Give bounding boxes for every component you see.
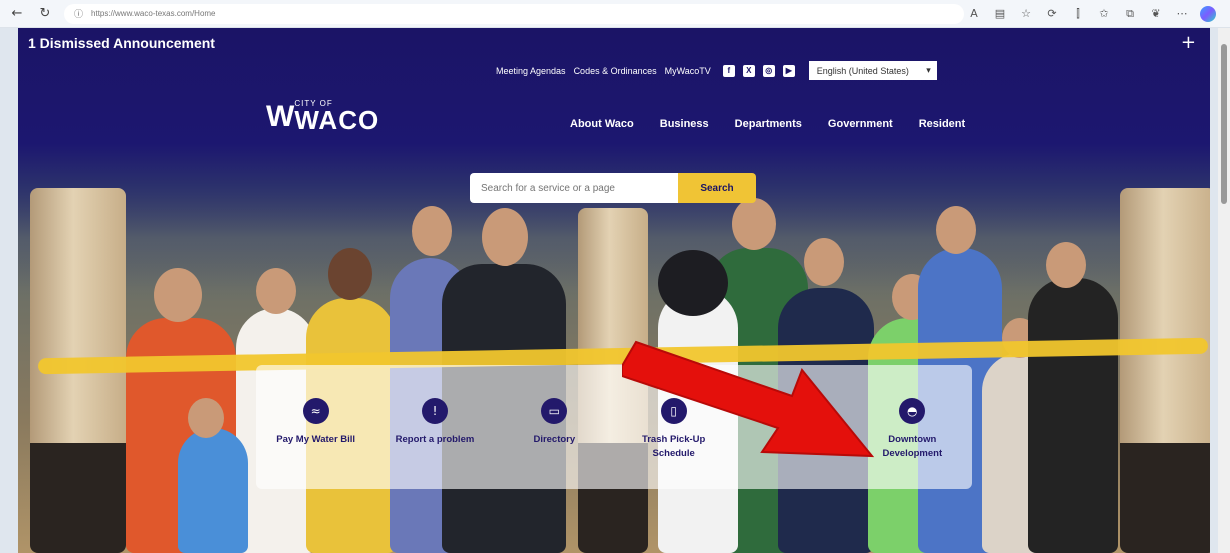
mascot-head bbox=[658, 250, 728, 316]
facebook-icon[interactable]: f bbox=[722, 64, 735, 77]
favorites-icon[interactable]: ✩ bbox=[1096, 7, 1112, 20]
speech-bubble-icon: ! bbox=[421, 398, 448, 424]
split-screen-icon[interactable]: ⫿ bbox=[1070, 7, 1086, 21]
read-aloud-icon[interactable]: A bbox=[966, 7, 982, 20]
back-arrow-icon[interactable]: ← bbox=[6, 3, 28, 25]
collections-icon[interactable]: ⧉ bbox=[1122, 7, 1138, 21]
expand-announcement-icon[interactable]: + bbox=[1181, 32, 1196, 53]
totem-pole-right bbox=[1120, 188, 1210, 553]
quick-link-label: Pay My Water Bill bbox=[276, 434, 356, 445]
quick-link-label: Directory bbox=[533, 434, 576, 445]
nav-government[interactable]: Government bbox=[828, 118, 893, 130]
logo-wordmark: CITY OF WACO bbox=[294, 100, 379, 134]
crowd-head bbox=[188, 398, 224, 438]
search-button[interactable]: Search bbox=[678, 173, 756, 203]
site-search: Search bbox=[470, 173, 756, 203]
crowd-figure bbox=[1028, 278, 1118, 553]
social-links: f X ◎ ▶ bbox=[722, 64, 795, 77]
browser-tool-icons: A ▤ ☆ ⟳ ⫿ ✩ ⧉ ❦ ⋯ bbox=[966, 5, 1216, 22]
nav-resident[interactable]: Resident bbox=[919, 118, 965, 130]
reader-view-icon[interactable]: ▤ bbox=[992, 7, 1008, 20]
refresh-icon[interactable]: ↻ bbox=[34, 3, 56, 25]
nav-departments[interactable]: Departments bbox=[735, 118, 802, 130]
language-value: English (United States) bbox=[816, 65, 909, 76]
search-input[interactable] bbox=[470, 173, 678, 203]
nav-about-waco[interactable]: About Waco bbox=[570, 118, 634, 130]
caret-down-icon: ▾ bbox=[926, 65, 931, 75]
quick-link-label: Report a problem bbox=[395, 434, 475, 445]
crowd-head bbox=[732, 198, 776, 250]
city-dome-icon: ◓ bbox=[899, 398, 926, 424]
annotation-arrow-icon bbox=[622, 340, 875, 458]
website-viewport: 1 Dismissed Announcement + Meeting Agend… bbox=[18, 28, 1210, 553]
waco-w-logo-icon: W bbox=[266, 100, 294, 133]
mywacotv-link[interactable]: MyWacoTV bbox=[665, 66, 711, 76]
favorite-star-icon[interactable]: ☆ bbox=[1018, 7, 1034, 20]
address-bar[interactable]: ⓘ https://www.waco-texas.com/Home bbox=[64, 3, 964, 24]
main-nav: About Waco Business Departments Governme… bbox=[570, 118, 965, 130]
x-twitter-icon[interactable]: X bbox=[742, 64, 755, 77]
crowd-head bbox=[1046, 242, 1086, 288]
quick-link-pay-water-bill[interactable]: ≈ Pay My Water Bill bbox=[256, 365, 375, 489]
browser-toolbar: ← ↻ ⓘ https://www.waco-texas.com/Home A … bbox=[0, 0, 1230, 28]
crowd-head bbox=[412, 206, 452, 256]
crowd-head bbox=[256, 268, 296, 314]
city-logo[interactable]: W CITY OF WACO bbox=[266, 100, 379, 134]
url-text: https://www.waco-texas.com/Home bbox=[91, 9, 216, 18]
meeting-agendas-link[interactable]: Meeting Agendas bbox=[496, 66, 566, 76]
logo-name: WACO bbox=[294, 105, 380, 135]
crowd-head bbox=[154, 268, 202, 322]
scrollbar-thumb[interactable] bbox=[1221, 44, 1227, 204]
language-select[interactable]: English (United States) ▾ bbox=[808, 61, 937, 80]
quick-link-directory[interactable]: ▭ Directory bbox=[495, 365, 614, 489]
folder-icon: ▭ bbox=[541, 398, 568, 424]
quick-link-report-problem[interactable]: ! Report a problem bbox=[375, 365, 494, 489]
crowd-head bbox=[328, 248, 372, 300]
copilot-icon[interactable] bbox=[1200, 5, 1216, 22]
crowd-head bbox=[804, 238, 844, 286]
more-icon[interactable]: ⋯ bbox=[1174, 7, 1190, 20]
crowd-head bbox=[936, 206, 976, 254]
nav-business[interactable]: Business bbox=[660, 118, 709, 130]
shield-icon[interactable]: ❦ bbox=[1148, 7, 1164, 20]
quick-link-label: Downtown Development bbox=[882, 434, 943, 459]
utility-nav: Meeting Agendas Codes & Ordinances MyWac… bbox=[496, 61, 937, 80]
page-scrollbar[interactable] bbox=[1218, 28, 1230, 553]
codes-ordinances-link[interactable]: Codes & Ordinances bbox=[574, 66, 657, 76]
water-drop-icon: ≈ bbox=[302, 398, 329, 424]
page-info-icon[interactable]: ⓘ bbox=[74, 7, 83, 20]
crowd-figure bbox=[178, 428, 248, 553]
crowd-head bbox=[482, 208, 528, 266]
youtube-icon[interactable]: ▶ bbox=[782, 64, 795, 77]
extensions-icon[interactable]: ⟳ bbox=[1044, 7, 1060, 20]
dismissed-announcement-toggle[interactable]: 1 Dismissed Announcement bbox=[28, 35, 215, 51]
instagram-icon[interactable]: ◎ bbox=[762, 64, 775, 77]
